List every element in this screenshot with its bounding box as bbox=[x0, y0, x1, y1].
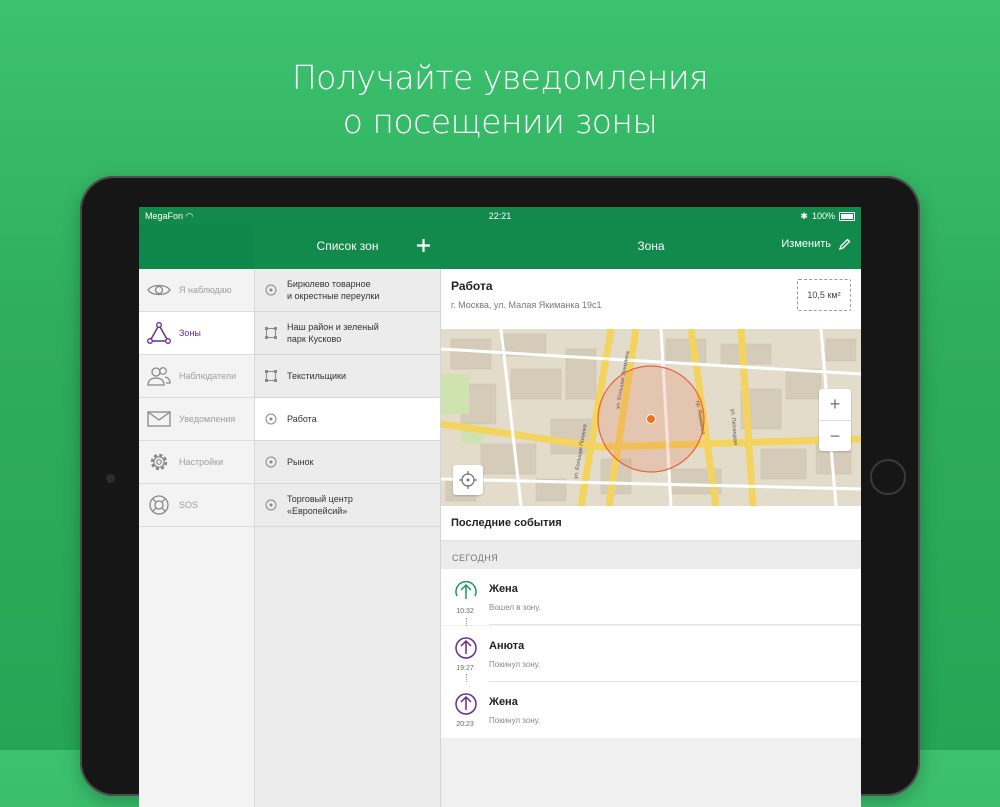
camera bbox=[106, 474, 115, 483]
status-time: 22:21 bbox=[488, 211, 512, 221]
zone-info: Работа г. Москва, ул. Малая Якиманка 19с… bbox=[441, 269, 861, 329]
edit-label: Изменить bbox=[781, 238, 831, 250]
zone-detail: Работа г. Москва, ул. Малая Якиманка 19с… bbox=[440, 269, 861, 807]
eye-icon bbox=[139, 283, 179, 297]
menu-item-watching[interactable]: Я наблюдаю bbox=[139, 269, 254, 312]
zone-label: Наш район и зеленый парк Кусково bbox=[287, 322, 379, 344]
event-time: 20:23 bbox=[456, 721, 474, 728]
zone-label: Торговый центр «Европейсий» bbox=[287, 494, 353, 516]
pencil-icon bbox=[839, 238, 851, 250]
plus-icon bbox=[417, 239, 430, 252]
circle-zone-icon bbox=[255, 284, 287, 296]
zone-label: Рынок bbox=[287, 457, 314, 467]
battery-icon bbox=[839, 211, 855, 221]
zone-address: г. Москва, ул. Малая Якиманка 19с1 bbox=[451, 300, 602, 310]
menu-label: Я наблюдаю bbox=[179, 285, 232, 295]
day-label: СЕГОДНЯ bbox=[452, 553, 499, 563]
zone-label: Текстильщики bbox=[287, 371, 347, 381]
app-screen: MegaFon ◠ 22:21 ✱ 100% Список зон Зона И… bbox=[139, 207, 861, 807]
zone-label: Работа bbox=[287, 414, 317, 424]
zone-center-marker bbox=[646, 414, 656, 424]
polygon-zone-icon bbox=[255, 370, 287, 382]
zone-header: Зона Изменить bbox=[441, 225, 861, 269]
event-time: 10:32 bbox=[456, 608, 474, 615]
menu-item-sos[interactable]: SOS bbox=[139, 484, 254, 527]
enter-arrow-icon bbox=[454, 579, 478, 608]
zones-list-header: Список зон bbox=[255, 225, 440, 269]
menu-item-zones[interactable]: Зоны bbox=[139, 312, 254, 355]
events-header: Последние события bbox=[441, 506, 861, 541]
zone-list-item[interactable]: Текстильщики bbox=[255, 355, 440, 398]
home-button[interactable] bbox=[870, 459, 906, 495]
leave-arrow-icon bbox=[454, 636, 478, 665]
event-person: Жена bbox=[489, 696, 518, 708]
event-item[interactable]: 20:23 Жена Покинул зону. bbox=[441, 682, 861, 738]
envelope-icon bbox=[139, 411, 179, 427]
leave-arrow-icon bbox=[454, 692, 478, 721]
battery-percent: 100% bbox=[811, 211, 835, 221]
add-zone-button[interactable] bbox=[417, 233, 430, 257]
event-text: Покинул зону. bbox=[489, 716, 541, 725]
event-person: Жена bbox=[489, 583, 518, 595]
zone-map[interactable]: ул. Большая Полянка ул. Большая Якиманка… bbox=[440, 328, 861, 507]
main-menu: Я наблюдаю Зоны Наблюдатели Уведомления bbox=[139, 269, 255, 807]
menu-label: SOS bbox=[179, 500, 199, 510]
bluetooth-icon: ✱ bbox=[800, 211, 808, 221]
nav-bar: Список зон Зона Изменить bbox=[139, 225, 861, 269]
day-header: СЕГОДНЯ bbox=[441, 541, 861, 569]
nav-left-blank bbox=[139, 225, 254, 269]
timeline-connector bbox=[466, 618, 467, 626]
zoom-out-button[interactable]: − bbox=[819, 421, 851, 452]
event-item[interactable]: 19:27 Анюта Покинул зону. bbox=[441, 626, 861, 682]
lifebuoy-icon bbox=[139, 494, 179, 516]
battery-indicator: ✱ 100% bbox=[800, 207, 855, 225]
timeline-connector bbox=[466, 674, 467, 682]
headline-line-1: Получайте уведомления bbox=[291, 58, 709, 97]
people-icon bbox=[139, 366, 179, 386]
event-time: 19:27 bbox=[456, 665, 474, 672]
zone-list-item[interactable]: Рынок bbox=[255, 441, 440, 484]
polygon-zone-icon bbox=[255, 327, 287, 339]
circle-zone-icon bbox=[255, 456, 287, 468]
headline-line-2: о посещении зоны bbox=[342, 102, 658, 141]
circle-zone-icon bbox=[255, 413, 287, 425]
circle-zone-icon bbox=[255, 499, 287, 511]
zoom-in-button[interactable]: + bbox=[819, 389, 851, 421]
event-text: Покинул зону. bbox=[489, 660, 541, 669]
event-item[interactable]: 10:32 Жена Вошел в зону. bbox=[441, 569, 861, 625]
menu-label: Уведомления bbox=[179, 414, 236, 424]
events-title: Последние события bbox=[451, 517, 562, 529]
zone-list-item[interactable]: Торговый центр «Европейсий» bbox=[255, 484, 440, 527]
zone-name: Работа bbox=[451, 279, 493, 293]
zone-list: Бирюлево товарное и окрестные переулки Н… bbox=[255, 269, 441, 807]
zone-label: Бирюлево товарное и окрестные переулки bbox=[287, 279, 380, 301]
menu-item-settings[interactable]: Настройки bbox=[139, 441, 254, 484]
zoom-controls: + − bbox=[819, 389, 851, 451]
tablet-frame: MegaFon ◠ 22:21 ✱ 100% Список зон Зона И… bbox=[80, 176, 920, 807]
locate-button[interactable] bbox=[453, 465, 483, 495]
menu-item-observers[interactable]: Наблюдатели bbox=[139, 355, 254, 398]
menu-label: Настройки bbox=[179, 457, 224, 467]
divider bbox=[489, 624, 861, 625]
event-person: Анюта bbox=[489, 640, 525, 652]
event-text: Вошел в зону. bbox=[489, 603, 541, 612]
crosshair-icon bbox=[459, 471, 477, 489]
zone-list-item[interactable]: Бирюлево товарное и окрестные переулки bbox=[255, 269, 440, 312]
menu-label: Наблюдатели bbox=[179, 371, 237, 381]
edit-button[interactable]: Изменить bbox=[781, 238, 851, 250]
menu-label: Зоны bbox=[179, 328, 201, 338]
zone-list-item-selected[interactable]: Работа bbox=[255, 398, 440, 441]
zone-list-item[interactable]: Наш район и зеленый парк Кусково bbox=[255, 312, 440, 355]
zones-icon bbox=[139, 322, 179, 344]
status-bar: MegaFon ◠ 22:21 ✱ 100% bbox=[139, 207, 861, 225]
zone-area-badge: 10,5 км² bbox=[797, 279, 851, 311]
promo-headline: Получайте уведомления о посещении зоны bbox=[0, 56, 1000, 144]
gear-icon bbox=[139, 451, 179, 473]
menu-item-notifications[interactable]: Уведомления bbox=[139, 398, 254, 441]
zones-list-title: Список зон bbox=[316, 239, 379, 253]
